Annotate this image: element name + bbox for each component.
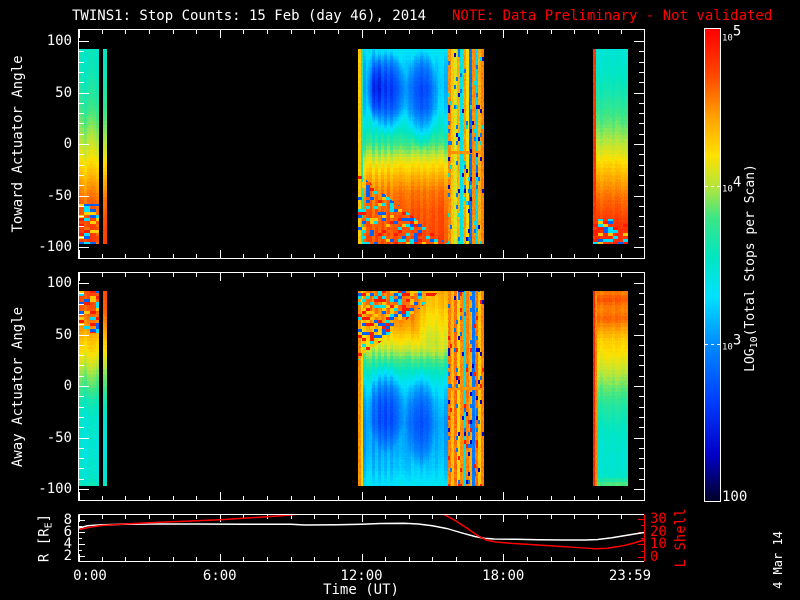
angle-tick-label: 0: [63, 136, 72, 152]
angle-tick-label: -100: [38, 481, 72, 497]
toward-spectrogram-canvas: [78, 29, 645, 259]
colorbar-tick-label: 104: [722, 174, 742, 195]
angle-tick-label: 0: [63, 378, 72, 394]
r-label-suffix: ]: [36, 513, 53, 523]
r-tick-label: 2: [63, 548, 72, 564]
colorbar-label-sub: 10: [749, 336, 760, 349]
orbit-panel-canvas: [78, 514, 645, 562]
angle-tick-label: 100: [46, 33, 72, 49]
away-panel-ylabel: Away Actuator Angle: [10, 306, 26, 468]
time-axis-label: Time (UT): [323, 582, 399, 598]
time-tick-label: 6:00: [202, 568, 237, 584]
time-tick-label: 18:00: [482, 568, 525, 584]
colorbar-tick-label: 105: [722, 23, 742, 44]
page-title: TWINS1: Stop Counts: 15 Feb (day 46), 20…: [72, 8, 427, 24]
lshell-tick-label: 0: [650, 549, 659, 565]
colorbar-label-prefix: LOG: [743, 348, 758, 372]
time-tick-label: 23:59: [608, 568, 652, 584]
colorbar-tick-label: 103: [722, 332, 742, 353]
l-shell-axis-label: L Shell: [673, 508, 689, 568]
colorbar-label: LOG10(Total Stops per Scan): [743, 164, 760, 372]
angle-tick-label: 50: [55, 326, 72, 343]
colorbar-tick-label: 100: [722, 489, 748, 505]
plot-area: TWINS1: Stop Counts: 15 Feb (day 46), 20…: [0, 0, 800, 600]
page-title-note: NOTE: Data Preliminary - Not validated: [452, 8, 773, 24]
r-label-prefix: R [R: [36, 528, 53, 563]
colorbar-label-rest: (Total Stops per Scan): [743, 164, 758, 337]
r-label-sub: E: [43, 522, 55, 529]
date-stamp: 4 Mar 14: [771, 531, 785, 589]
colorbar-canvas: [704, 28, 721, 502]
r-axis-label: R [RE]: [36, 513, 55, 563]
angle-tick-label: 100: [46, 275, 72, 291]
time-tick-label: 0:00: [73, 568, 107, 584]
angle-tick-label: -100: [38, 239, 72, 255]
time-tick-label: 12:00: [340, 568, 383, 584]
angle-tick-label: -50: [46, 429, 72, 446]
angle-tick-label: 50: [55, 84, 72, 101]
away-spectrogram-canvas: [78, 272, 645, 501]
angle-tick-label: -50: [46, 187, 72, 204]
toward-panel-ylabel: Toward Actuator Angle: [10, 55, 26, 233]
